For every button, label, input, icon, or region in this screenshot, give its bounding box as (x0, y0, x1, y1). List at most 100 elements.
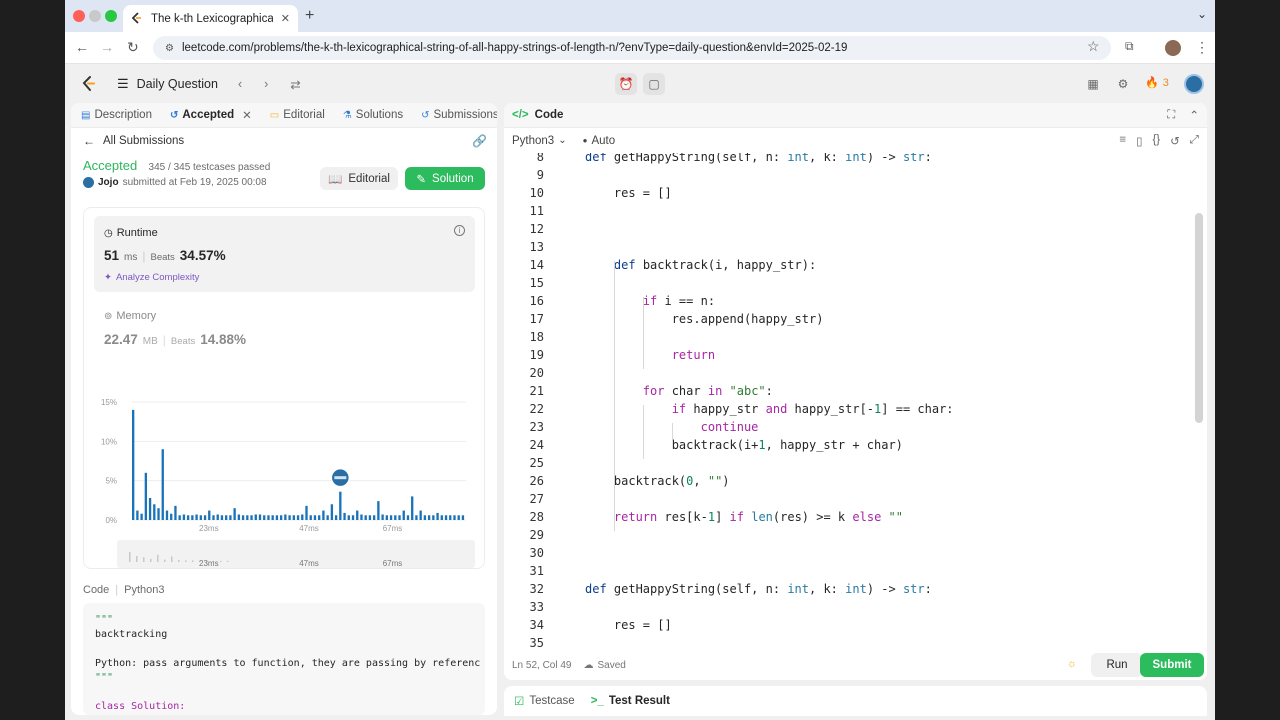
distribution-bar[interactable] (165, 510, 169, 520)
tab-testcase[interactable]: ☑ Testcase (514, 694, 575, 708)
code-line[interactable]: 11 (504, 202, 1196, 220)
distribution-bar[interactable] (195, 514, 198, 520)
user-avatar[interactable] (1184, 74, 1204, 94)
code-line[interactable]: 17 res.append(happy_str) (504, 310, 1196, 328)
distribution-bar[interactable] (292, 515, 295, 520)
distribution-bar[interactable] (144, 472, 148, 520)
distribution-bar[interactable] (267, 515, 270, 520)
distribution-bar[interactable] (351, 515, 355, 520)
distribution-bar[interactable] (440, 515, 443, 520)
expand-editor-icon[interactable]: ⤢ (1190, 134, 1199, 148)
distribution-bar[interactable] (246, 515, 249, 520)
distribution-bar[interactable] (330, 504, 334, 520)
distribution-bar[interactable] (203, 515, 207, 520)
distribution-bar[interactable] (347, 515, 350, 520)
minimize-window-button[interactable] (89, 10, 101, 22)
code-line[interactable]: 16 if i == n: (504, 292, 1196, 310)
distribution-bar[interactable] (427, 515, 431, 520)
runtime-card[interactable]: ◷ Runtime 51 ms | Beats 34.57% ✦ Analyze… (94, 216, 475, 292)
distribution-bar[interactable] (377, 501, 380, 520)
distribution-bar[interactable] (313, 515, 317, 520)
distribution-bar[interactable] (237, 514, 241, 520)
distribution-bar[interactable] (453, 515, 456, 520)
code-line[interactable]: 10 res = [] (504, 184, 1196, 202)
distribution-bar[interactable] (398, 515, 401, 520)
distribution-bar[interactable] (148, 497, 152, 520)
code-editor[interactable]: 8 def getHappyString(self, n: int, k: int… (504, 153, 1196, 650)
distribution-bar[interactable] (258, 514, 262, 520)
code-line[interactable]: 27 (504, 490, 1196, 508)
distribution-bar[interactable] (140, 513, 143, 520)
distribution-bar[interactable] (423, 515, 427, 520)
distribution-bar[interactable] (233, 508, 236, 520)
code-preview[interactable]: """ backtracking Python: pass arguments to… (83, 603, 485, 715)
editor-scrollbar[interactable] (1195, 213, 1203, 423)
distribution-bar[interactable] (178, 515, 181, 520)
distribution-bar[interactable] (356, 510, 359, 520)
extensions-icon[interactable]: ⧉ (1125, 39, 1134, 54)
format-lines-icon[interactable]: ≡ (1119, 134, 1126, 148)
timer-icon[interactable]: ⏰ (615, 73, 637, 95)
distribution-bar[interactable] (385, 515, 388, 520)
code-line[interactable]: 12 (504, 220, 1196, 238)
distribution-bar[interactable] (296, 515, 300, 520)
settings-gear-icon[interactable]: ⚙ (1112, 73, 1134, 95)
bookmark-icon[interactable]: ▯ (1136, 134, 1142, 148)
distribution-bar[interactable] (288, 515, 291, 520)
distribution-bar[interactable] (250, 515, 253, 520)
tab-description[interactable]: ▤ Description (81, 109, 152, 121)
code-line[interactable]: 30 (504, 544, 1196, 562)
memory-card[interactable]: ⊚ Memory 22.47 MB | Beats 14.88% (104, 310, 246, 347)
new-tab-icon[interactable]: + (305, 7, 314, 25)
distribution-bar[interactable] (153, 504, 156, 520)
next-question-icon[interactable]: › (264, 77, 268, 91)
distribution-bar[interactable] (368, 515, 372, 520)
distribution-bar[interactable] (411, 496, 414, 520)
code-line[interactable]: 26 backtrack(0, "") (504, 472, 1196, 490)
distribution-bar[interactable] (394, 515, 397, 520)
distribution-bar[interactable] (301, 514, 304, 520)
code-line[interactable]: 8 def getHappyString(self, n: int, k: int… (504, 153, 1196, 166)
distribution-bar[interactable] (174, 505, 177, 520)
code-line[interactable]: 14 def backtrack(i, happy_str): (504, 256, 1196, 274)
distribution-bar[interactable] (271, 515, 274, 520)
distribution-bar[interactable] (461, 515, 465, 520)
distribution-bar[interactable] (372, 515, 376, 520)
distribution-bar[interactable] (279, 515, 283, 520)
problem-list-icon[interactable]: ☰ (117, 76, 129, 92)
code-line[interactable]: 15 (504, 274, 1196, 292)
daily-question-label[interactable]: Daily Question (137, 77, 218, 91)
debug-bug-icon[interactable]: ☼ (1067, 658, 1077, 670)
analyze-complexity-link[interactable]: ✦ Analyze Complexity (104, 272, 199, 283)
runtime-distribution-chart[interactable]: 15% 10% 5% 0% 23ms 47ms 67ms 23ms 47ms 67ms (84, 380, 484, 570)
distribution-bar[interactable] (389, 515, 393, 520)
close-tab-icon[interactable]: ✕ (281, 12, 290, 25)
code-line[interactable]: 32 def getHappyString(self, n: int, k: in… (504, 580, 1196, 598)
distribution-bar[interactable] (406, 515, 410, 520)
distribution-bar[interactable] (364, 515, 367, 520)
submit-button[interactable]: Submit (1140, 653, 1204, 677)
browser-profile-avatar[interactable] (1165, 40, 1181, 56)
tab-search-chevron-icon[interactable]: ⌄ (1197, 7, 1207, 21)
share-link-icon[interactable]: 🔗 (472, 134, 487, 148)
close-accepted-tab-icon[interactable]: ✕ (242, 108, 252, 122)
site-info-icon[interactable]: ⚙ (165, 43, 174, 54)
distribution-bar[interactable] (402, 510, 405, 520)
code-line[interactable]: 29 (504, 526, 1196, 544)
distribution-bar[interactable] (225, 515, 228, 520)
autocomplete-toggle[interactable]: ● Auto (583, 135, 616, 147)
distribution-bar[interactable] (212, 515, 215, 520)
tab-solutions[interactable]: ⚗ Solutions (343, 109, 403, 121)
distribution-bar[interactable] (275, 515, 279, 520)
code-line[interactable]: 13 (504, 238, 1196, 256)
braces-icon[interactable]: {} (1152, 134, 1160, 148)
distribution-bar[interactable] (216, 514, 219, 520)
code-line[interactable]: 35 (504, 634, 1196, 650)
distribution-bar[interactable] (326, 515, 329, 520)
code-line[interactable]: 25 (504, 454, 1196, 472)
browser-menu-icon[interactable]: ⋮ (1195, 39, 1209, 56)
info-icon[interactable]: i (454, 225, 465, 236)
browser-tab[interactable]: The k-th Lexicographical Strin ✕ (123, 5, 298, 32)
layout-grid-icon[interactable]: ▦ (1082, 73, 1104, 95)
distribution-bar[interactable] (432, 515, 435, 520)
